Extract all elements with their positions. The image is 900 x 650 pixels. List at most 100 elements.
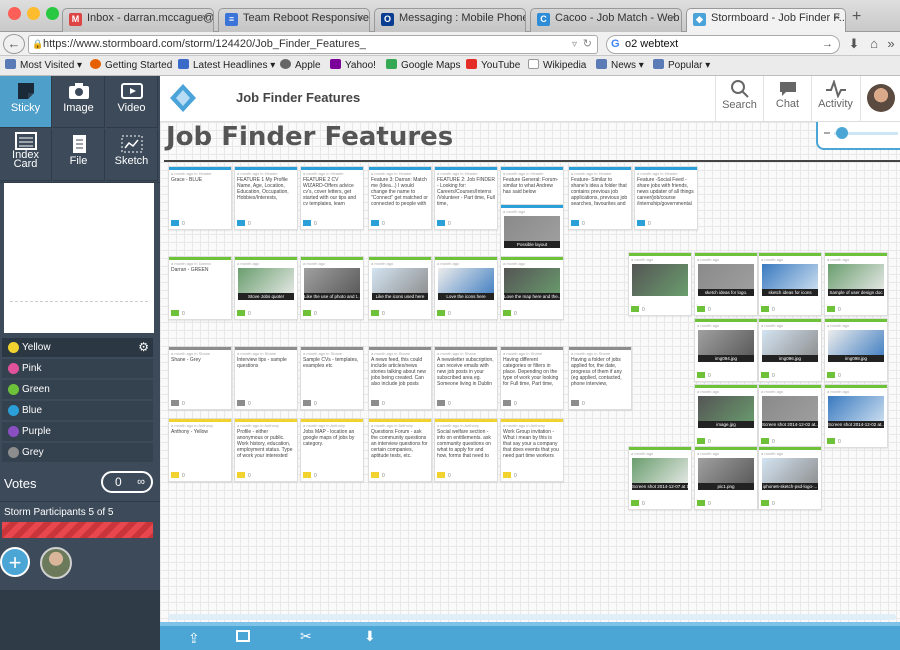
activity-button[interactable]: Activity (811, 76, 859, 122)
color-option-grey[interactable]: Grey (2, 443, 153, 462)
close-tab-icon[interactable]: × (834, 12, 840, 24)
comment-icon[interactable] (697, 306, 705, 312)
sticky-note[interactable]: a month ago img096.jpg 0 (758, 318, 822, 382)
comment-icon[interactable] (371, 220, 379, 226)
comment-icon[interactable] (631, 306, 639, 312)
comment-icon[interactable] (371, 310, 379, 316)
gear-icon[interactable]: ⚙ (138, 338, 149, 357)
comment-icon[interactable] (827, 306, 835, 312)
tool-file[interactable]: File (53, 129, 105, 181)
bookmark-popular[interactable]: Popular ▾ (653, 59, 710, 71)
sticky-note[interactable]: a month ago Like the icons used here 0 (368, 256, 432, 320)
bookmark-youtube[interactable]: YouTube (466, 59, 520, 71)
bookmark-yahoo[interactable]: Yahoo! (330, 59, 376, 71)
sticky-note[interactable]: a month ago in Anthony Social welfare sec… (434, 418, 498, 482)
browser-tab-stormboard[interactable]: ◆ Stormboard - Job Finder F... × (686, 8, 846, 33)
comment-icon[interactable] (371, 472, 379, 478)
sticky-note[interactable]: a month ago in Header FEATURE 2 CV WIZARD… (300, 166, 364, 230)
zoom-slider-handle[interactable] (836, 127, 848, 139)
comment-icon[interactable] (237, 400, 245, 406)
sticky-note[interactable]: a month ago in Header Feature- Similar to… (568, 166, 632, 230)
comment-icon[interactable] (761, 306, 769, 312)
tool-image[interactable]: Image (53, 76, 105, 128)
comment-icon[interactable] (697, 438, 705, 444)
browser-tab-gmail[interactable]: M Inbox - darran.mccague@... × (62, 8, 214, 32)
comment-icon[interactable] (761, 438, 769, 444)
dropdown-icon[interactable]: ▿ (572, 36, 577, 53)
zoom-out-icon[interactable] (824, 132, 830, 134)
menu-overflow-icon[interactable]: » (884, 35, 898, 53)
add-participant-button[interactable]: + (0, 547, 30, 577)
reload-icon[interactable]: ↻ (583, 36, 592, 53)
comment-icon[interactable] (827, 372, 835, 378)
votes-counter[interactable]: 0 ∞ (101, 471, 153, 493)
sticky-note[interactable]: a month ago in Header Feature 3: Darran: … (368, 166, 432, 230)
sticky-note[interactable]: a month ago in Anthony Jobs MAP - locatio… (300, 418, 364, 482)
sticky-note[interactable]: a month ago Screen shot 2014-12-02 at... 0 (758, 384, 822, 448)
tools-icon[interactable]: ✂ (300, 628, 312, 645)
comment-icon[interactable] (827, 438, 835, 444)
tool-index-card[interactable]: Index Card (0, 129, 52, 181)
sticky-note[interactable]: a month ago in Header Grace - BLUE 0 (168, 166, 232, 230)
share-icon[interactable]: ⇪ (188, 630, 200, 647)
comment-icon[interactable] (637, 220, 645, 226)
sticky-note[interactable]: a month ago sketch ideas for logo. 0 (694, 252, 758, 316)
zoom-window-icon[interactable] (46, 7, 59, 20)
comment-icon[interactable] (171, 220, 179, 226)
comment-icon[interactable] (437, 310, 445, 316)
sticky-note[interactable]: a month ago img094.jpg 0 (694, 318, 758, 382)
comment-icon[interactable] (503, 400, 511, 406)
sticky-note[interactable]: a month ago 0 (628, 252, 692, 316)
comment-icon[interactable] (171, 400, 179, 406)
comment-icon[interactable] (171, 310, 179, 316)
sticky-note[interactable]: a month ago in Shane Sample CVs - templat… (300, 346, 364, 410)
participant-avatar[interactable] (40, 547, 72, 579)
comment-icon[interactable] (503, 310, 511, 316)
bookmark-most-visited[interactable]: Most Visited ▾ (5, 59, 82, 71)
color-option-purple[interactable]: Purple (2, 422, 153, 441)
sticky-note[interactable]: a month ago image.jpg 0 (694, 384, 758, 448)
comment-icon[interactable] (761, 500, 769, 506)
comment-icon[interactable] (371, 400, 379, 406)
sticky-note[interactable]: a month ago in Darran Darran - GREEN 0 (168, 256, 232, 320)
new-tab-icon[interactable]: + (852, 8, 861, 26)
comment-icon[interactable] (437, 400, 445, 406)
comment-icon[interactable] (237, 472, 245, 478)
close-tab-icon[interactable]: × (514, 12, 520, 24)
home-icon[interactable]: ⌂ (866, 35, 882, 53)
tool-video[interactable]: Video (106, 76, 158, 128)
sticky-note[interactable]: a month ago in Shane Having a folder of j… (568, 346, 632, 410)
search-go-icon[interactable]: → (822, 36, 833, 53)
comment-icon[interactable] (503, 472, 511, 478)
bookmark-news[interactable]: News ▾ (596, 59, 644, 71)
comment-icon[interactable] (697, 500, 705, 506)
comment-icon[interactable] (437, 220, 445, 226)
sticky-note[interactable]: a month ago sketch ideas for icons 0 (758, 252, 822, 316)
sticky-note[interactable]: a month ago in Header FEATURE 2: Job FIND… (434, 166, 498, 230)
sticky-note[interactable]: a month ago in Anthony Profile - either a… (234, 418, 298, 482)
sticky-note[interactable]: a month ago in Header Feature -Social Fee… (634, 166, 698, 230)
comment-icon[interactable] (303, 310, 311, 316)
comment-icon[interactable] (303, 220, 311, 226)
search-button[interactable]: Search (715, 76, 763, 122)
comment-icon[interactable] (571, 220, 579, 226)
sticky-note[interactable]: a month ago Love the icons here 0 (434, 256, 498, 320)
bookmark-getting-started[interactable]: Getting Started (90, 59, 172, 71)
close-tab-icon[interactable]: × (358, 12, 364, 24)
comment-icon[interactable] (303, 400, 311, 406)
sticky-note[interactable]: a month ago in Shane A news feed, this co… (368, 346, 432, 410)
close-tab-icon[interactable]: × (202, 12, 208, 24)
comment-icon[interactable] (237, 220, 245, 226)
sticky-note[interactable]: a month ago Stove Jobs quote! 0 (234, 256, 298, 320)
browser-tab-docs[interactable]: ≡ Team Reboot Responsive ... × (218, 8, 370, 32)
sticky-note[interactable]: a month ago in Anthony Anthony - Yellow 0 (168, 418, 232, 482)
chat-button[interactable]: Chat (763, 76, 811, 122)
url-bar[interactable]: 🔒 https://www.stormboard.com/storm/12442… (28, 35, 598, 54)
stormboard-logo-icon[interactable] (170, 84, 196, 112)
bookmark-apple[interactable]: Apple (280, 59, 321, 71)
comment-icon[interactable] (171, 472, 179, 478)
back-arrow-icon[interactable]: ← (3, 34, 25, 54)
sticky-note[interactable]: a month ago img098.jpg 0 (824, 318, 888, 382)
download-icon[interactable]: ⬇ (364, 628, 376, 645)
sticky-note[interactable]: a month ago in Anthony Questions Forum - … (368, 418, 432, 482)
